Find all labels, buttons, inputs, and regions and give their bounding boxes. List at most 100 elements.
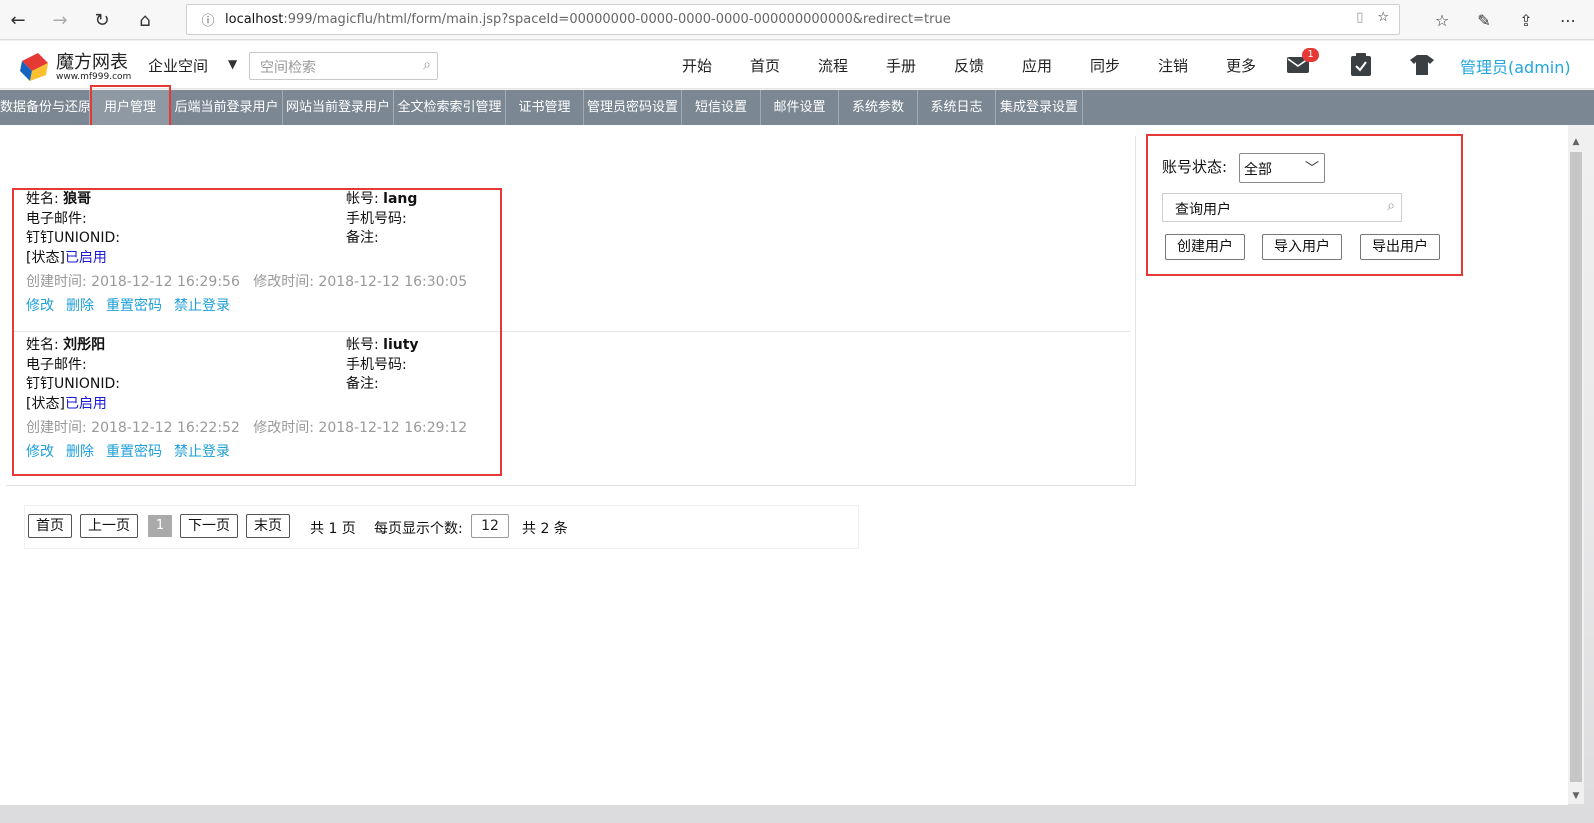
scroll-up-icon[interactable]: ▲ [1568,134,1584,150]
user-search-input[interactable]: 查询用户 ⌕ [1162,193,1402,222]
admin-user-link[interactable]: 管理员(admin) [1460,54,1571,78]
tab-sms-settings[interactable]: 短信设置 [682,90,761,125]
divider [12,331,1130,332]
more-icon[interactable]: ⋯ [1556,8,1580,32]
disable-login-link[interactable]: 禁止登录 [174,441,230,461]
nav-home[interactable]: 首页 [731,55,799,76]
status-label: [状态] [26,250,65,266]
mail-icon[interactable]: 1 [1284,48,1319,79]
delete-link[interactable]: 删除 [66,295,94,315]
modified-time: 2018-12-12 16:29:12 [318,420,468,436]
email-label: 电子邮件: [26,357,87,373]
clipboard-icon[interactable] [1347,51,1375,79]
next-page-button[interactable]: 下一页 [180,514,238,538]
logo-title: 魔方网表 [56,52,128,73]
app-header: 魔方网表 www.mf999.com 企业空间 ▼ 空间检索 ⌕ 开始 首页 流… [0,41,1594,89]
back-icon[interactable]: ← [6,8,30,32]
tab-admin-password[interactable]: 管理员密码设置 [584,90,682,125]
total-count: 共 2 条 [522,521,568,537]
nav-workflow[interactable]: 流程 [799,55,867,76]
nav-manual[interactable]: 手册 [867,55,935,76]
reset-password-link[interactable]: 重置密码 [106,441,162,461]
search-icon[interactable]: ⌕ [1387,198,1395,214]
account-status-label: 账号状态: [1162,158,1228,176]
home-icon[interactable]: ⌂ [133,8,157,32]
current-page[interactable]: 1 [148,515,172,537]
cube-logo-icon [20,53,48,81]
url-path: :999/magicflu/html/form/main.jsp?spaceId… [283,12,951,27]
admin-subnav: 数据备份与还原 用户管理 后端当前登录用户 网站当前登录用户 全文检索索引管理 … [0,90,1594,125]
user-list-panel: 姓名: 狼哥 帐号: lang 电子邮件: 手机号码: 钉钉UNIONID: 备… [6,136,1136,486]
edit-link[interactable]: 修改 [26,441,54,461]
phone-label: 手机号码: [346,211,407,227]
pagination: 首页 上一页 1 下一页 末页 共 1 页 每页显示个数: 12 共 2 条 [24,505,859,549]
info-icon[interactable]: ⓘ [197,10,219,29]
import-users-button[interactable]: 导入用户 [1262,234,1342,260]
tab-system-log[interactable]: 系统日志 [918,90,996,125]
scroll-down-icon[interactable]: ▼ [1568,788,1584,804]
nav-apps[interactable]: 应用 [1003,55,1071,76]
search-icon[interactable]: ⌕ [423,57,431,73]
created-label: 创建时间: [26,420,87,436]
caret-down-icon[interactable]: ▼ [228,57,237,71]
pen-icon[interactable]: ✎ [1472,8,1496,32]
scroll-thumb[interactable] [1570,152,1582,782]
account-status-value: 全部 [1244,162,1272,178]
tab-sso-settings[interactable]: 集成登录设置 [996,90,1083,125]
top-nav: 开始 首页 流程 手册 反馈 应用 同步 注销 更多 [663,55,1275,76]
url-host: localhost [225,12,284,27]
prev-page-button[interactable]: 上一页 [80,514,138,538]
url-text: localhost:999/magicflu/html/form/main.js… [225,12,951,27]
tab-backup-restore[interactable]: 数据备份与还原 [0,90,90,125]
remark-label: 备注: [346,230,379,246]
nav-sync[interactable]: 同步 [1071,55,1139,76]
per-page-label: 每页显示个数: [374,521,463,537]
user-account: liuty [383,337,419,353]
disable-login-link[interactable]: 禁止登录 [174,295,230,315]
modified-time: 2018-12-12 16:30:05 [318,274,468,290]
mail-badge: 1 [1302,48,1319,62]
phone-label: 手机号码: [346,357,407,373]
account-label: 帐号: [346,191,379,207]
status-value: 已启用 [64,250,107,266]
nav-start[interactable]: 开始 [663,55,731,76]
status-label: [状态] [26,396,65,412]
edit-link[interactable]: 修改 [26,295,54,315]
vertical-scrollbar[interactable]: ▲ ▼ [1568,134,1584,804]
space-selector-label[interactable]: 企业空间 [148,55,208,76]
create-user-button[interactable]: 创建用户 [1165,234,1245,260]
tab-system-params[interactable]: 系统参数 [839,90,918,125]
last-page-button[interactable]: 末页 [246,514,290,538]
tab-mail-settings[interactable]: 邮件设置 [761,90,839,125]
delete-link[interactable]: 删除 [66,441,94,461]
space-search-input[interactable]: 空间检索 ⌕ [249,52,438,80]
nav-logout[interactable]: 注销 [1139,55,1207,76]
filter-panel: 账号状态: 全部 ﹀ 查询用户 ⌕ 创建用户 导入用户 导出用户 [1146,136,1462,274]
tab-site-users[interactable]: 网站当前登录用户 [283,90,394,125]
export-users-button[interactable]: 导出用户 [1360,234,1440,260]
account-status-select[interactable]: 全部 ﹀ [1239,153,1325,183]
tab-backend-users[interactable]: 后端当前登录用户 [171,90,283,125]
favorite-star-icon[interactable]: ☆ [1377,10,1389,25]
tab-certificates[interactable]: 证书管理 [506,90,584,125]
shirt-icon[interactable] [1408,51,1436,79]
reading-view-icon[interactable]: ▯ [1356,10,1363,25]
forward-icon[interactable]: → [48,8,72,32]
tab-user-management[interactable]: 用户管理 [90,90,171,125]
first-page-button[interactable]: 首页 [28,514,72,538]
tab-fulltext-index[interactable]: 全文检索索引管理 [394,90,506,125]
dingtalk-label: 钉钉UNIONID: [26,376,120,392]
browser-toolbar: ← → ↻ ⌂ ⓘ localhost:999/magicflu/html/fo… [0,0,1594,40]
logo[interactable]: 魔方网表 www.mf999.com [18,49,131,83]
refresh-icon[interactable]: ↻ [90,8,114,32]
per-page-input[interactable]: 12 [471,514,509,538]
user-search-placeholder: 查询用户 [1175,202,1231,218]
address-bar[interactable]: ⓘ localhost:999/magicflu/html/form/main.… [186,4,1400,35]
total-pages: 共 1 页 [310,521,356,537]
nav-feedback[interactable]: 反馈 [935,55,1003,76]
email-label: 电子邮件: [26,211,87,227]
share-icon[interactable]: ⇪ [1514,8,1538,32]
reset-password-link[interactable]: 重置密码 [106,295,162,315]
favorites-list-icon[interactable]: ☆ [1430,8,1454,32]
nav-more[interactable]: 更多 [1207,55,1275,76]
